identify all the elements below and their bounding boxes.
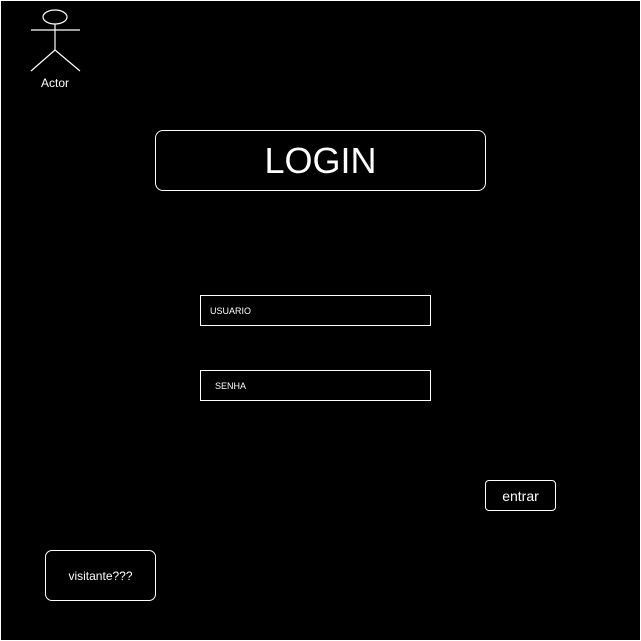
username-input[interactable]: USUARIO	[200, 295, 431, 326]
visitante-button[interactable]: visitante???	[45, 550, 156, 601]
entrar-button[interactable]: entrar	[485, 480, 556, 511]
login-title-text: LOGIN	[264, 139, 377, 181]
visitante-button-label: visitante???	[68, 568, 133, 583]
actor-icon	[28, 8, 84, 74]
entrar-button-label: entrar	[502, 487, 539, 504]
login-title: LOGIN	[155, 130, 486, 191]
password-input[interactable]: SENHA	[200, 370, 431, 401]
username-label: USUARIO	[210, 305, 252, 316]
actor-label: Actor	[40, 76, 69, 90]
password-label: SENHA	[215, 380, 247, 391]
